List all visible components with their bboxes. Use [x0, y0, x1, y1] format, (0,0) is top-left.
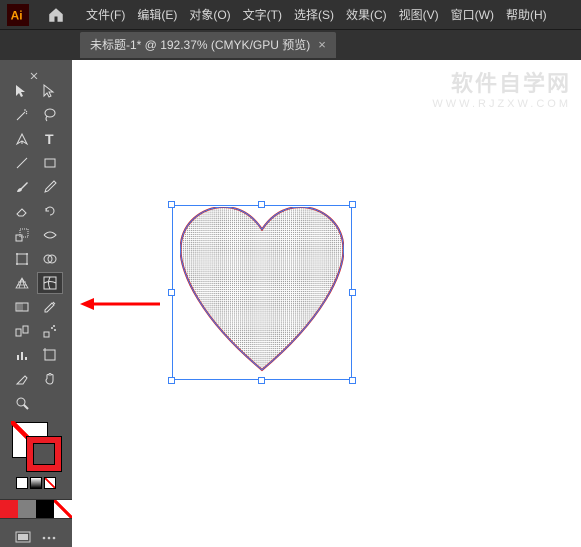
free-transform-tool[interactable]	[9, 248, 35, 270]
draw-none[interactable]	[54, 500, 72, 518]
selection-bounding-box[interactable]	[172, 205, 352, 380]
svg-text:Ai: Ai	[11, 8, 23, 22]
rectangle-tool[interactable]	[37, 152, 63, 174]
slice-tool[interactable]	[9, 368, 35, 390]
screen-mode-row	[12, 529, 60, 547]
menu-help[interactable]: 帮助(H)	[500, 0, 553, 30]
watermark-main: 软件自学网	[432, 66, 571, 98]
artboard-tool[interactable]	[37, 344, 63, 366]
menu-select[interactable]: 选择(S)	[288, 0, 340, 30]
gradient-tool[interactable]	[9, 296, 35, 318]
tools-panel: T	[0, 60, 72, 547]
draw-behind[interactable]	[18, 500, 36, 518]
edit-toolbar-button[interactable]	[38, 529, 60, 547]
scale-tool[interactable]	[9, 224, 35, 246]
pencil-tool[interactable]	[37, 176, 63, 198]
document-tab[interactable]: 未标题-1* @ 192.37% (CMYK/GPU 预览) ×	[80, 32, 336, 58]
menu-type[interactable]: 文字(T)	[237, 0, 288, 30]
perspective-grid-tool[interactable]	[9, 272, 35, 294]
draw-normal[interactable]	[0, 500, 18, 518]
symbol-sprayer-tool[interactable]	[37, 320, 63, 342]
color-mode-solid[interactable]	[16, 477, 28, 489]
color-mode-none[interactable]	[44, 477, 56, 489]
document-tab-bar: 未标题-1* @ 192.37% (CMYK/GPU 预览) ×	[0, 30, 581, 60]
heart-shape[interactable]	[180, 207, 344, 375]
mesh-tool[interactable]	[37, 272, 63, 294]
menu-effect[interactable]: 效果(C)	[340, 0, 393, 30]
tab-title: 未标题-1* @ 192.37% (CMYK/GPU 预览)	[90, 32, 310, 58]
eraser-tool[interactable]	[9, 200, 35, 222]
handle-mid-left[interactable]	[168, 289, 175, 296]
color-mode-gradient[interactable]	[30, 477, 42, 489]
column-graph-tool[interactable]	[9, 344, 35, 366]
screen-mode-button[interactable]	[12, 529, 34, 547]
type-tool[interactable]: T	[37, 128, 63, 150]
hand-tool[interactable]	[37, 368, 63, 390]
home-button[interactable]	[42, 1, 70, 29]
width-tool[interactable]	[37, 224, 63, 246]
menu-view[interactable]: 视图(V)	[393, 0, 445, 30]
handle-mid-right[interactable]	[349, 289, 356, 296]
watermark-sub: WWW.RJZXW.COM	[432, 98, 571, 110]
magic-wand-tool[interactable]	[9, 104, 35, 126]
menu-edit[interactable]: 编辑(E)	[131, 0, 183, 30]
app-logo: Ai	[0, 0, 36, 30]
handle-top-right[interactable]	[349, 201, 356, 208]
handle-top-left[interactable]	[168, 201, 175, 208]
draw-modes-row	[0, 499, 73, 519]
fill-stroke-swatch[interactable]	[8, 422, 64, 471]
watermark: 软件自学网 WWW.RJZXW.COM	[432, 66, 571, 110]
menu-file[interactable]: 文件(F)	[80, 0, 131, 30]
selection-tool[interactable]	[9, 80, 35, 102]
handle-bot-mid[interactable]	[258, 377, 265, 384]
menu-window[interactable]: 窗口(W)	[445, 0, 500, 30]
top-menu-bar: Ai 文件(F) 编辑(E) 对象(O) 文字(T) 选择(S) 效果(C) 视…	[0, 0, 581, 30]
svg-text:T: T	[45, 131, 54, 147]
pen-tool[interactable]	[9, 128, 35, 150]
paintbrush-tool[interactable]	[9, 176, 35, 198]
blend-tool[interactable]	[9, 320, 35, 342]
handle-bot-left[interactable]	[168, 377, 175, 384]
stroke-color-box[interactable]	[26, 436, 62, 472]
main-menu: 文件(F) 编辑(E) 对象(O) 文字(T) 选择(S) 效果(C) 视图(V…	[80, 0, 553, 30]
annotation-arrow	[80, 297, 160, 311]
shape-builder-tool[interactable]	[37, 248, 63, 270]
handle-bot-right[interactable]	[349, 377, 356, 384]
lasso-tool[interactable]	[37, 104, 63, 126]
draw-inside[interactable]	[36, 500, 54, 518]
empty-tool-slot	[37, 392, 63, 414]
line-tool[interactable]	[9, 152, 35, 174]
direct-selection-tool[interactable]	[37, 80, 63, 102]
toolbar-toggle[interactable]	[29, 66, 43, 74]
tab-close-button[interactable]: ×	[318, 32, 326, 58]
eyedropper-tool[interactable]	[37, 296, 63, 318]
menu-object[interactable]: 对象(O)	[183, 0, 236, 30]
rotate-tool[interactable]	[37, 200, 63, 222]
color-mode-row	[16, 477, 56, 489]
zoom-tool[interactable]	[9, 392, 35, 414]
